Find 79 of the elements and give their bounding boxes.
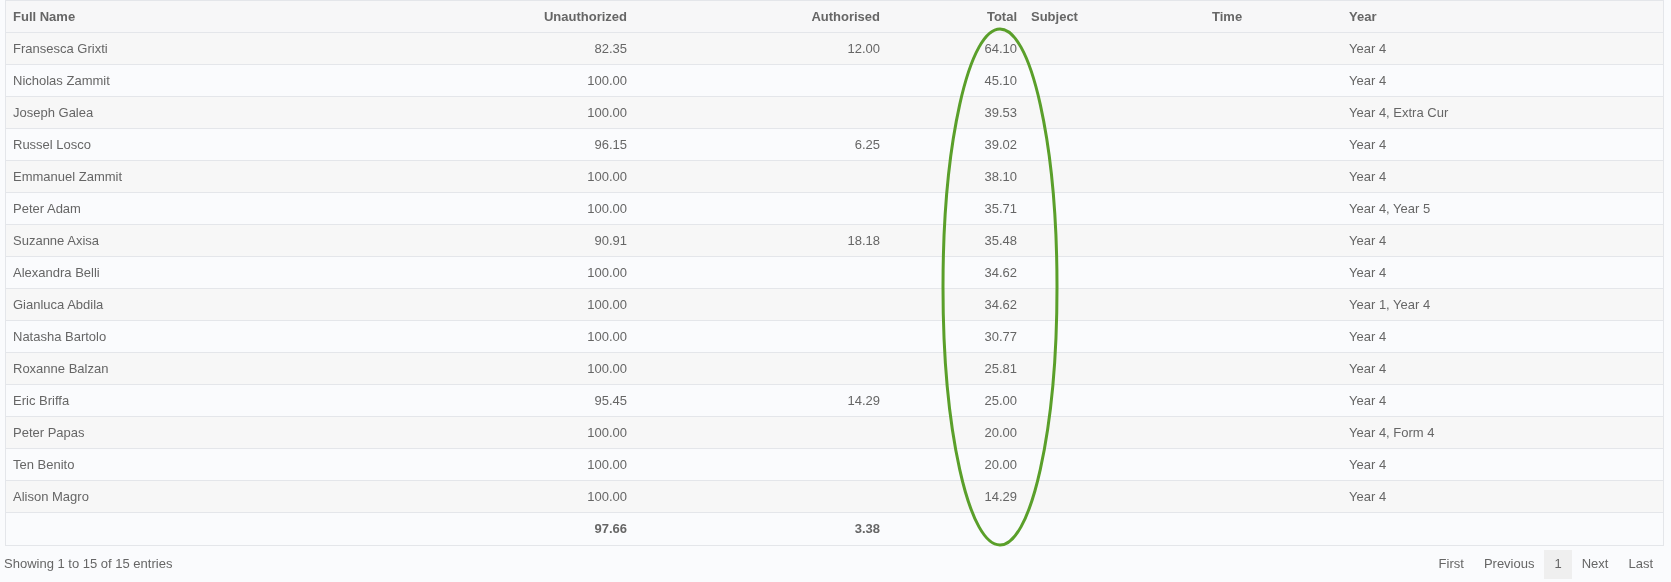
table-cell: Year 4 — [1349, 232, 1387, 248]
table-cell: Natasha Bartolo — [13, 328, 107, 344]
table-cell: 100.00 — [587, 168, 627, 184]
table-cell: Peter Papas — [13, 424, 85, 440]
table-cell: Alexandra Belli — [13, 264, 100, 280]
table-cell: 25.81 — [984, 360, 1017, 376]
table-cell: 100.00 — [587, 424, 627, 440]
table-cell: 39.53 — [984, 104, 1017, 120]
table-cell: 100.00 — [587, 104, 627, 120]
table-cell: 100.00 — [587, 488, 627, 504]
column-header[interactable]: Authorised — [811, 8, 880, 24]
table-cell: 100.00 — [587, 360, 627, 376]
table-cell: 18.18 — [847, 232, 880, 248]
table-cell: 20.00 — [984, 456, 1017, 472]
table-cell: 100.00 — [587, 296, 627, 312]
table-cell: Ten Benito — [13, 456, 75, 472]
table-cell: 96.15 — [594, 136, 627, 152]
table-cell: Year 1, Year 4 — [1349, 296, 1431, 312]
table-cell: Year 4 — [1349, 136, 1387, 152]
table-cell: Joseph Galea — [13, 104, 94, 120]
table-cell: Peter Adam — [13, 200, 81, 216]
table-cell: Russel Losco — [13, 136, 92, 152]
pagination-button[interactable]: Previous — [1473, 549, 1545, 579]
table-cell: Year 4 — [1349, 40, 1387, 56]
table-cell: 100.00 — [587, 328, 627, 344]
table-cell: 14.29 — [984, 488, 1017, 504]
table-cell: Nicholas Zammit — [13, 72, 110, 88]
pagination-button[interactable]: 1 — [1544, 549, 1572, 579]
table-cell: Year 4 — [1349, 72, 1387, 88]
table-cell: Year 4 — [1349, 488, 1387, 504]
table-cell: 30.77 — [984, 328, 1017, 344]
table-cell: 100.00 — [587, 200, 627, 216]
table-cell: Roxanne Balzan — [13, 360, 109, 376]
footer-total: 3.38 — [854, 521, 880, 537]
table-cell: 34.62 — [984, 264, 1017, 280]
table-cell: 64.10 — [984, 40, 1017, 56]
table-cell: Year 4 — [1349, 456, 1387, 472]
pagination-button[interactable]: Last — [1618, 549, 1663, 579]
table-cell: Year 4 — [1349, 264, 1387, 280]
table-cell: 39.02 — [984, 136, 1017, 152]
footer-total: 97.66 — [594, 521, 627, 537]
table-cell: 35.71 — [984, 200, 1017, 216]
table-cell: Year 4 — [1349, 392, 1387, 408]
table-cell: 100.00 — [587, 264, 627, 280]
table-cell: 20.00 — [984, 424, 1017, 440]
table-cell: Suzanne Axisa — [13, 232, 99, 248]
table-cell: Fransesca Grixti — [13, 40, 108, 56]
table-cell: Year 4 — [1349, 328, 1387, 344]
table-cell: 38.10 — [984, 168, 1017, 184]
table-cell: 34.62 — [984, 296, 1017, 312]
column-header[interactable]: Subject — [1031, 8, 1078, 24]
table-cell: 100.00 — [587, 72, 627, 88]
column-header[interactable]: Year — [1349, 8, 1377, 24]
table-cell: 25.00 — [984, 392, 1017, 408]
table-cell: 82.35 — [594, 40, 627, 56]
table-cell: Alison Magro — [13, 488, 89, 504]
table-cell: 6.25 — [854, 136, 880, 152]
table-cell: Emmanuel Zammit — [13, 168, 123, 184]
pagination-button[interactable]: Next — [1571, 549, 1619, 579]
table-cell: 100.00 — [587, 456, 627, 472]
table-cell: Year 4, Extra Cur — [1349, 104, 1449, 120]
column-header[interactable]: Time — [1212, 8, 1243, 24]
table-cell: Eric Briffa — [13, 392, 70, 408]
column-header[interactable]: Unauthorized — [543, 8, 627, 24]
table-cell: 45.10 — [984, 72, 1017, 88]
table-cell: 35.48 — [984, 232, 1017, 248]
table-cell: Year 4, Year 5 — [1349, 200, 1431, 216]
table-cell: 14.29 — [847, 392, 880, 408]
column-header[interactable]: Full Name — [13, 8, 76, 24]
table-cell: 95.45 — [594, 392, 627, 408]
table-info: Showing 1 to 15 of 15 entries — [4, 555, 173, 574]
table-cell: Year 4 — [1349, 360, 1387, 376]
table-cell: 90.91 — [594, 232, 627, 248]
table-cell: 12.00 — [847, 40, 880, 56]
table-cell: Year 4 — [1349, 168, 1387, 184]
table-cell: Year 4, Form 4 — [1349, 424, 1435, 440]
pagination-button[interactable]: First — [1428, 549, 1474, 579]
column-header[interactable]: Total — [986, 8, 1017, 24]
table-cell: Gianluca Abdila — [13, 296, 104, 312]
